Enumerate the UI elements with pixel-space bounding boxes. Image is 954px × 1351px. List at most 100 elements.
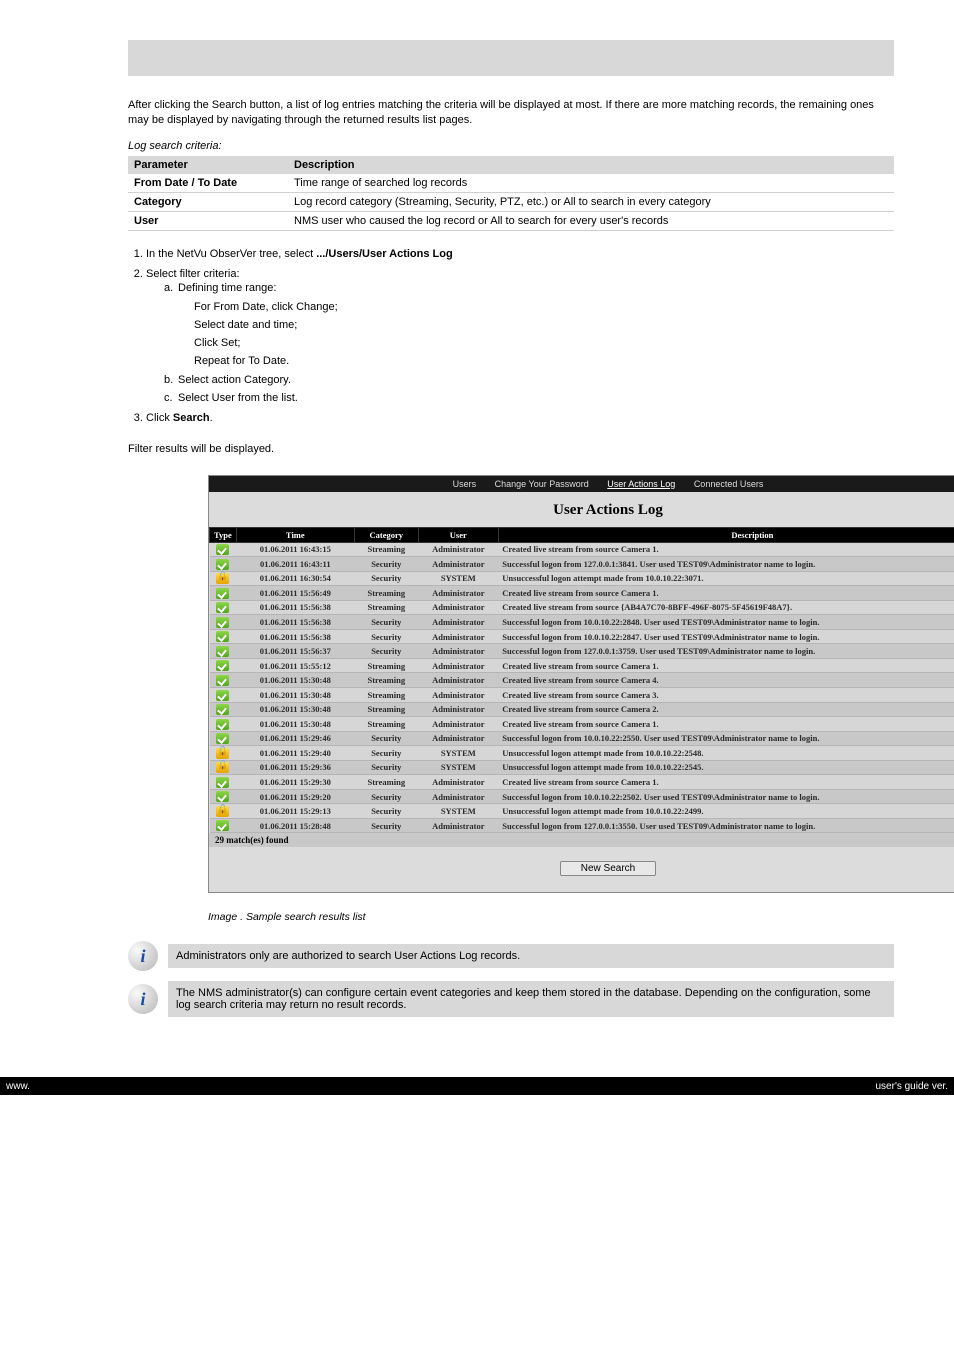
log-row-category: Security bbox=[354, 818, 418, 833]
log-row-type bbox=[210, 760, 237, 775]
step-1-path: .../Users/User Actions Log bbox=[316, 248, 453, 260]
log-row-category: Security bbox=[354, 804, 418, 819]
footer-right: user's guide ver. bbox=[875, 1081, 948, 1092]
log-row-category: Streaming bbox=[354, 687, 418, 702]
step-2-text: Select filter criteria: bbox=[146, 268, 240, 280]
log-row-time: 01.06.2011 15:56:38 bbox=[236, 629, 354, 644]
log-header-time: Time bbox=[236, 527, 354, 542]
log-row-category: Streaming bbox=[354, 586, 418, 601]
new-search-button[interactable]: New Search bbox=[560, 861, 656, 876]
log-row: 01.06.2011 15:56:38SecurityAdministrator… bbox=[210, 629, 954, 644]
log-row-time: 01.06.2011 15:29:46 bbox=[236, 731, 354, 746]
log-row-description: Created live stream from source Camera 3… bbox=[498, 687, 954, 702]
success-icon bbox=[216, 690, 229, 701]
log-row-type bbox=[210, 629, 237, 644]
outro-text: Filter results will be displayed. bbox=[128, 442, 894, 457]
log-row-description: Successful logon from 127.0.0.1:3550. Us… bbox=[498, 818, 954, 833]
criteria-header-desc: Description bbox=[288, 156, 894, 174]
step-2a-label: a. bbox=[164, 281, 178, 295]
log-row-type bbox=[210, 702, 237, 717]
log-header-description: Description bbox=[498, 527, 954, 542]
log-row-description: Successful logon from 10.0.10.22:2550. U… bbox=[498, 731, 954, 746]
step-2a-iii: Click Set; bbox=[194, 336, 894, 350]
log-row-category: Streaming bbox=[354, 775, 418, 790]
step-2b-text: Select action Category. bbox=[178, 374, 291, 386]
log-row-time: 01.06.2011 15:30:48 bbox=[236, 702, 354, 717]
step-3-post: . bbox=[210, 412, 213, 424]
log-row-category: Streaming bbox=[354, 658, 418, 673]
log-row: 01.06.2011 15:29:30StreamingAdministrato… bbox=[210, 775, 954, 790]
success-icon bbox=[216, 588, 229, 599]
log-row: 01.06.2011 15:29:20SecurityAdministrator… bbox=[210, 789, 954, 804]
success-icon bbox=[216, 675, 229, 686]
log-row: 01.06.2011 15:29:13SecuritySYSTEMUnsucce… bbox=[210, 804, 954, 819]
success-icon bbox=[216, 704, 229, 715]
log-row-description: Created live stream from source Camera 1… bbox=[498, 658, 954, 673]
log-row: 01.06.2011 15:29:36SecuritySYSTEMUnsucce… bbox=[210, 760, 954, 775]
success-icon bbox=[216, 660, 229, 671]
step-2b-label: b. bbox=[164, 373, 178, 387]
log-row-type bbox=[210, 789, 237, 804]
log-row-time: 01.06.2011 15:29:30 bbox=[236, 775, 354, 790]
tab-user-actions-log[interactable]: User Actions Log bbox=[607, 479, 675, 489]
log-row-description: Created live stream from source Camera 1… bbox=[498, 775, 954, 790]
log-row-category: Security bbox=[354, 615, 418, 630]
tab-users[interactable]: Users bbox=[453, 479, 477, 489]
log-row-time: 01.06.2011 15:56:49 bbox=[236, 586, 354, 601]
step-2a-iv: Repeat for To Date. bbox=[194, 354, 894, 368]
log-row-category: Security bbox=[354, 629, 418, 644]
criteria-desc: Log record category (Streaming, Security… bbox=[288, 192, 894, 211]
log-row-user: SYSTEM bbox=[418, 746, 498, 761]
log-row-user: Administrator bbox=[418, 658, 498, 673]
log-row-type bbox=[210, 775, 237, 790]
log-row-user: Administrator bbox=[418, 557, 498, 572]
log-row: 01.06.2011 15:56:38StreamingAdministrato… bbox=[210, 600, 954, 615]
log-row-type bbox=[210, 658, 237, 673]
success-icon bbox=[216, 820, 229, 831]
log-row: 01.06.2011 15:28:48SecurityAdministrator… bbox=[210, 818, 954, 833]
log-row-category: Security bbox=[354, 644, 418, 659]
log-row-type bbox=[210, 804, 237, 819]
log-header-type: Type bbox=[210, 527, 237, 542]
log-row-user: Administrator bbox=[418, 629, 498, 644]
log-row-user: Administrator bbox=[418, 542, 498, 557]
step-2a-i: For From Date, click Change; bbox=[194, 300, 894, 314]
success-icon bbox=[216, 791, 229, 802]
step-2c-label: c. bbox=[164, 391, 178, 405]
log-row-time: 01.06.2011 15:28:48 bbox=[236, 818, 354, 833]
log-row-user: SYSTEM bbox=[418, 571, 498, 586]
log-row-user: Administrator bbox=[418, 702, 498, 717]
log-row-category: Streaming bbox=[354, 600, 418, 615]
log-row-user: Administrator bbox=[418, 586, 498, 601]
log-row-time: 01.06.2011 16:43:11 bbox=[236, 557, 354, 572]
footer-left: www. bbox=[6, 1081, 30, 1092]
criteria-heading: Log search criteria: bbox=[128, 140, 894, 152]
success-icon bbox=[216, 646, 229, 657]
log-row-user: Administrator bbox=[418, 789, 498, 804]
log-row-description: Created live stream from source Camera 2… bbox=[498, 702, 954, 717]
log-row: 01.06.2011 16:43:11SecurityAdministrator… bbox=[210, 557, 954, 572]
log-row-type bbox=[210, 731, 237, 746]
tab-connected-users[interactable]: Connected Users bbox=[694, 479, 764, 489]
log-row-time: 01.06.2011 16:43:15 bbox=[236, 542, 354, 557]
step-3-button-name: Search bbox=[173, 412, 210, 424]
log-row-type bbox=[210, 586, 237, 601]
step-2: Select filter criteria: a.Defining time … bbox=[146, 267, 894, 405]
page-header-band bbox=[128, 40, 894, 76]
log-row-type bbox=[210, 600, 237, 615]
log-row-user: Administrator bbox=[418, 644, 498, 659]
log-row-description: Created live stream from source Camera 1… bbox=[498, 542, 954, 557]
log-row-user: Administrator bbox=[418, 818, 498, 833]
log-row-type bbox=[210, 644, 237, 659]
log-row-description: Unsuccessful logon attempt made from 10.… bbox=[498, 760, 954, 775]
log-row-category: Security bbox=[354, 746, 418, 761]
log-row-description: Successful logon from 10.0.10.22:2847. U… bbox=[498, 629, 954, 644]
success-icon bbox=[216, 559, 229, 570]
log-row-time: 01.06.2011 15:56:37 bbox=[236, 644, 354, 659]
note-2: The NMS administrator(s) can configure c… bbox=[168, 981, 894, 1017]
warning-icon bbox=[216, 748, 229, 759]
tab-change-password[interactable]: Change Your Password bbox=[495, 479, 589, 489]
criteria-row: UserNMS user who caused the log record o… bbox=[128, 211, 894, 230]
log-row-description: Unsuccessful logon attempt made from 10.… bbox=[498, 746, 954, 761]
warning-icon bbox=[216, 573, 229, 584]
